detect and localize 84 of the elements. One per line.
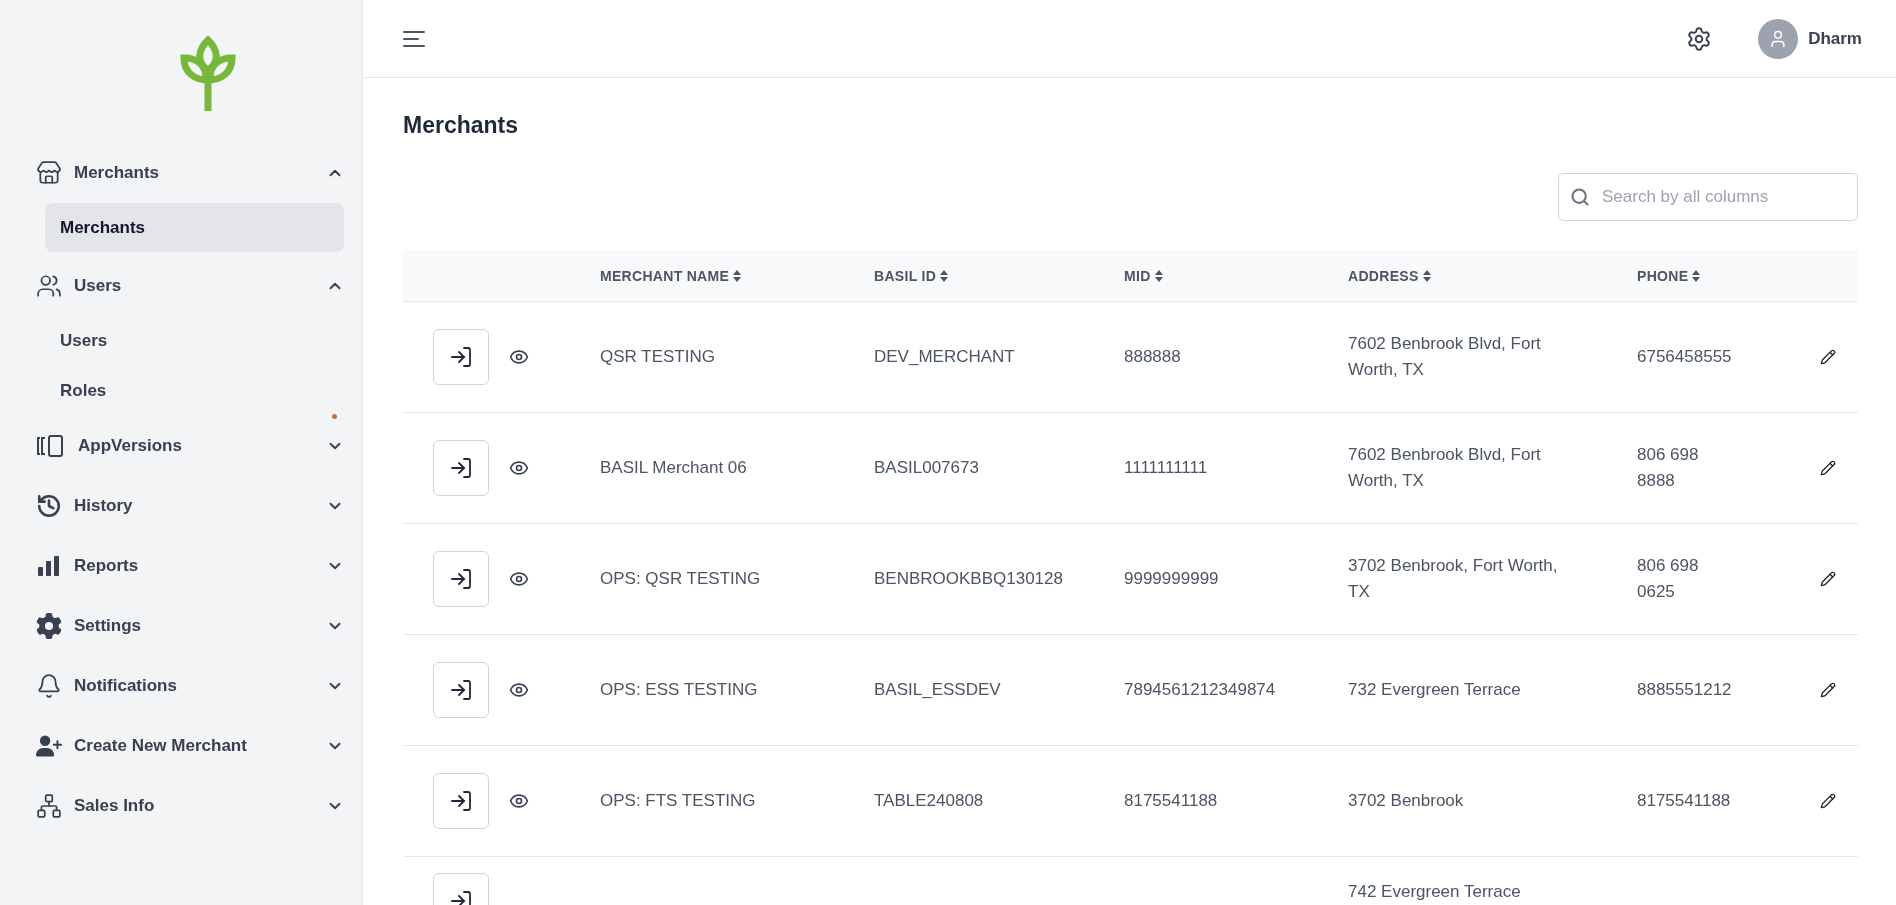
nav-item[interactable]: Reports (36, 536, 344, 596)
devices-icon (36, 434, 66, 458)
column-header[interactable]: PHONE (1637, 267, 1689, 284)
menu-icon[interactable] (403, 29, 425, 48)
edit-icon[interactable] (1819, 793, 1836, 809)
nav-item[interactable]: Merchants (36, 143, 344, 203)
address-cell: 742 Evergreen Terrace (1348, 882, 1521, 901)
basil-id-cell: BASIL007673 (874, 458, 979, 477)
login-button[interactable] (433, 662, 489, 718)
nav-subitem[interactable]: Users (45, 316, 344, 366)
login-icon (449, 456, 473, 480)
login-button[interactable] (433, 440, 489, 496)
nav-item[interactable]: Settings (36, 596, 344, 656)
nav-item[interactable]: Sales Info (36, 776, 344, 836)
basil-id-cell: BENBROOKBBQ130128 (874, 569, 1063, 588)
sort-icon[interactable] (733, 269, 742, 282)
column-header[interactable]: BASIL ID (874, 267, 937, 284)
basil-id-cell: BASIL_ESSDEV (874, 680, 1001, 699)
phone-cell: 8885551212 (1637, 680, 1732, 699)
users-icon (36, 273, 62, 299)
column-header[interactable]: MID (1124, 267, 1151, 284)
mid-cell: 9999999999 (1124, 569, 1219, 588)
page-title: Merchants (403, 112, 520, 139)
nav-item[interactable]: Create New Merchant (36, 716, 344, 776)
address-cell: 732 Evergreen Terrace (1348, 680, 1521, 699)
merchant-name-cell: OPS: ESS TESTING (600, 680, 758, 699)
user-name: Dharm (1808, 28, 1862, 49)
bar-chart-icon (36, 554, 62, 578)
mid-cell: 888888 (1124, 347, 1181, 366)
basil-id-cell: TABLE240808 (874, 791, 984, 810)
login-icon (449, 678, 473, 702)
mid-cell: 7894561212349874 (1124, 680, 1276, 699)
login-icon (449, 567, 473, 591)
nav-item[interactable]: AppVersions (36, 416, 344, 476)
search-icon (1570, 187, 1590, 207)
gear-icon (36, 613, 62, 639)
sort-icon[interactable] (940, 269, 949, 282)
mid-cell: 1111111111 (1124, 458, 1208, 477)
login-button[interactable] (433, 329, 489, 385)
nav-subitem[interactable]: Roles (45, 366, 344, 416)
view-icon[interactable] (509, 458, 529, 478)
login-button[interactable] (433, 773, 489, 829)
basil-id-cell: DEV_MERCHANT (874, 347, 1015, 366)
address-cell: 3702 Benbrook, Fort Worth, TX (1348, 556, 1558, 601)
storefront-icon (36, 160, 62, 186)
phone-cell: 806 698 8888 (1637, 445, 1699, 490)
address-cell: 7602 Benbrook Blvd, Fort Worth, TX (1348, 445, 1541, 490)
phone-cell: 806 698 0625 (1637, 556, 1699, 601)
sort-icon[interactable] (1692, 269, 1701, 282)
sort-icon[interactable] (1154, 269, 1163, 282)
view-icon[interactable] (509, 680, 529, 700)
merchant-name-cell: QSR TESTING (600, 347, 715, 366)
phone-cell: 8175541188 (1637, 791, 1731, 810)
view-icon[interactable] (509, 569, 529, 589)
address-cell: 7602 Benbrook Blvd, Fort Worth, TX (1348, 334, 1541, 379)
mid-cell: 8175541188 (1124, 791, 1218, 810)
sort-icon[interactable] (1422, 269, 1431, 282)
nav-subitem[interactable]: Merchants (45, 203, 344, 252)
view-icon[interactable] (509, 791, 529, 811)
merchant-name-cell: OPS: FTS TESTING (600, 791, 756, 810)
settings-icon[interactable] (1686, 25, 1713, 52)
merchant-name-cell: BASIL Merchant 06 (600, 458, 747, 477)
login-icon (449, 345, 473, 369)
address-cell: 3702 Benbrook (1348, 791, 1464, 810)
edit-icon[interactable] (1819, 571, 1836, 587)
phone-cell: 6756458555 (1637, 347, 1732, 366)
nav-item[interactable]: History (36, 476, 344, 536)
search-field[interactable]: Search by all columns (1558, 173, 1858, 221)
history-icon (36, 493, 62, 519)
login-button[interactable] (433, 551, 489, 607)
edit-icon[interactable] (1819, 682, 1836, 698)
nav-item[interactable]: Users (36, 256, 344, 316)
dot-marker (332, 414, 337, 419)
nav-item[interactable]: Notifications (36, 656, 344, 716)
hierarchy-icon (36, 793, 62, 819)
column-header[interactable]: MERCHANT NAME (600, 267, 730, 284)
user-plus-icon (36, 733, 62, 759)
bell-icon (36, 673, 62, 699)
login-icon (449, 789, 473, 813)
column-header[interactable]: ADDRESS (1348, 267, 1419, 284)
edit-icon[interactable] (1819, 349, 1836, 365)
view-icon[interactable] (509, 347, 529, 367)
merchant-name-cell: OPS: QSR TESTING (600, 569, 761, 588)
edit-icon[interactable] (1819, 460, 1836, 476)
